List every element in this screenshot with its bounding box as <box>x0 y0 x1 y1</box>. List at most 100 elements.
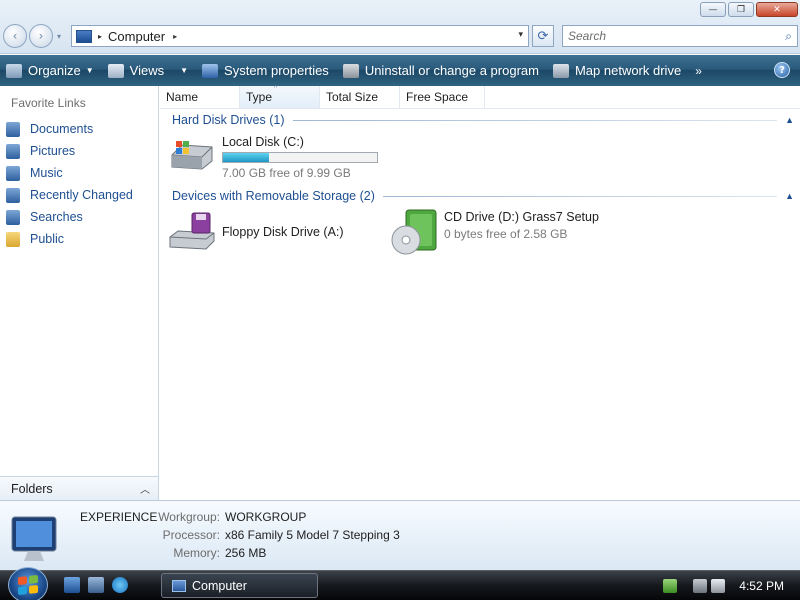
uninstall-program-icon <box>342 63 359 78</box>
column-header-free-space[interactable]: Free Space <box>400 86 485 108</box>
start-button[interactable] <box>8 567 48 600</box>
network-drive-icon <box>552 63 569 78</box>
sidebar-item-pictures[interactable]: Pictures <box>6 140 133 162</box>
recently-changed-icon <box>6 187 20 203</box>
drive-floppy-a[interactable]: Floppy Disk Drive (A:) <box>168 211 344 251</box>
group-header-removable-storage[interactable]: Devices with Removable Storage (2) ▲ <box>172 187 794 205</box>
title-bar: — ❐ ✕ ‹ › ▾ ▸ Computer ▸ ▾ ⟳ ⌕ <box>0 0 800 54</box>
breadcrumb-separator-icon[interactable]: ▸ <box>173 32 177 41</box>
sidebar-item-public[interactable]: Public <box>6 228 133 250</box>
organize-button[interactable]: Organize ▼ <box>6 63 94 78</box>
close-button[interactable]: ✕ <box>756 2 798 17</box>
cd-drive-icon <box>391 209 437 255</box>
computer-icon <box>172 579 186 592</box>
views-icon <box>107 63 124 78</box>
sidebar-item-documents[interactable]: Documents <box>6 118 133 140</box>
column-header-label: Total Size <box>326 90 379 104</box>
column-header-name[interactable]: Name <box>160 86 240 108</box>
floppy-drive-icon <box>169 212 215 250</box>
sidebar-item-label: Pictures <box>30 144 76 158</box>
organize-label: Organize <box>28 63 81 78</box>
computer-name: EXPERIENCE <box>80 510 158 524</box>
volume-muted-icon[interactable] <box>711 578 726 593</box>
drive-cd-d[interactable]: CD Drive (D:) Grass7 Setup 0 bytes free … <box>390 208 599 256</box>
search-input[interactable] <box>563 26 763 46</box>
column-header-total-size[interactable]: Total Size <box>320 86 400 108</box>
sidebar-item-label: Recently Changed <box>30 188 133 202</box>
views-label: Views <box>129 63 165 78</box>
favorite-links-list: Documents Pictures Music Recently Change… <box>6 118 133 250</box>
column-header-type[interactable]: ^ Type <box>240 85 320 108</box>
sidebar-item-searches[interactable]: Searches <box>6 206 133 228</box>
music-icon <box>6 165 20 181</box>
drive-local-disk-c[interactable]: Local Disk (C:) 7.00 GB free of 9.99 GB <box>168 135 378 180</box>
safely-remove-hardware-icon[interactable] <box>663 578 678 593</box>
help-icon[interactable]: ? <box>774 62 790 78</box>
file-list: Name ^ Type Total Size Free Space Hard D… <box>160 85 800 500</box>
search-box[interactable]: ⌕ <box>562 25 798 47</box>
maximize-button[interactable]: ❐ <box>728 2 754 17</box>
group-title: Devices with Removable Storage (2) <box>172 189 375 203</box>
sidebar-item-label: Searches <box>30 210 83 224</box>
network-icon[interactable] <box>693 578 708 593</box>
group-header-hard-disks[interactable]: Hard Disk Drives (1) ▲ <box>172 111 794 129</box>
column-header-label: Name <box>166 90 199 104</box>
column-header-label: Type <box>246 90 273 104</box>
workgroup-label: Workgroup: <box>158 510 220 524</box>
drive-name: Local Disk (C:) <box>222 135 304 149</box>
collapse-chevron-icon[interactable]: ▲ <box>785 191 794 201</box>
refresh-button[interactable]: ⟳ <box>532 25 554 47</box>
search-icon[interactable]: ⌕ <box>785 29 792 44</box>
folders-label: Folders <box>11 481 53 496</box>
map-network-drive-label: Map network drive <box>574 63 682 78</box>
system-properties-icon <box>202 63 219 78</box>
workgroup-value: WORKGROUP <box>225 510 307 524</box>
drive-name: Floppy Disk Drive (A:) <box>222 225 344 239</box>
switch-windows-icon[interactable] <box>88 577 104 593</box>
searches-icon <box>6 209 20 225</box>
sidebar-item-label: Music <box>30 166 63 180</box>
address-bar[interactable]: ▸ Computer ▸ ▾ <box>71 25 529 47</box>
organize-icon <box>6 63 22 78</box>
navigation-buttons: ‹ › ▾ <box>3 24 61 48</box>
recent-pages-dropdown[interactable]: ▾ <box>57 32 61 41</box>
breadcrumb-separator-icon[interactable]: ▸ <box>98 32 102 41</box>
chevron-down-icon: ▼ <box>85 66 94 75</box>
window-controls: — ❐ ✕ <box>700 2 798 17</box>
more-commands-button[interactable]: » <box>695 64 702 78</box>
show-desktop-icon[interactable] <box>64 577 80 593</box>
windows-logo-icon <box>18 574 38 596</box>
minimize-button[interactable]: — <box>700 2 726 17</box>
uninstall-program-button[interactable]: Uninstall or change a program <box>342 63 539 78</box>
back-button[interactable]: ‹ <box>3 24 27 48</box>
map-network-drive-button[interactable]: Map network drive <box>552 63 682 78</box>
processor-row: Processor: x86 Family 5 Model 7 Stepping… <box>154 528 400 542</box>
processor-value: x86 Family 5 Model 7 Stepping 3 <box>225 528 400 542</box>
sidebar-item-label: Public <box>30 232 65 246</box>
sidebar-item-recently-changed[interactable]: Recently Changed <box>6 184 133 206</box>
memory-value: 256 MB <box>225 546 267 560</box>
views-button[interactable]: Views ▼ <box>107 63 189 78</box>
chevron-down-icon: ▼ <box>180 66 189 75</box>
memory-row: Memory: 256 MB <box>154 546 266 560</box>
system-properties-label: System properties <box>224 63 329 78</box>
address-dropdown-icon[interactable]: ▾ <box>518 30 523 40</box>
drive-free-space: 7.00 GB free of 9.99 GB <box>222 166 351 180</box>
folders-toggle[interactable]: Folders ︿ <box>0 476 158 500</box>
workgroup-row: Workgroup: WORKGROUP <box>154 510 306 524</box>
group-divider <box>292 119 778 121</box>
collapse-chevron-icon[interactable]: ▲ <box>785 115 794 125</box>
clock[interactable]: 4:52 PM <box>739 579 784 593</box>
taskbar-button-computer[interactable]: Computer <box>161 573 318 598</box>
forward-button[interactable]: › <box>29 24 53 48</box>
chevron-up-icon: ︿ <box>140 485 150 496</box>
internet-explorer-icon[interactable] <box>112 577 128 593</box>
processor-label: Processor: <box>162 528 220 542</box>
details-pane: EXPERIENCE Workgroup: WORKGROUP Processo… <box>0 500 800 570</box>
sidebar-item-label: Documents <box>30 122 94 136</box>
favorite-links-header: Favorite Links <box>11 96 86 110</box>
system-properties-button[interactable]: System properties <box>202 63 329 78</box>
breadcrumb-computer[interactable]: Computer <box>108 29 165 44</box>
drive-free-space: 0 bytes free of 2.58 GB <box>444 227 568 241</box>
sidebar-item-music[interactable]: Music <box>6 162 133 184</box>
